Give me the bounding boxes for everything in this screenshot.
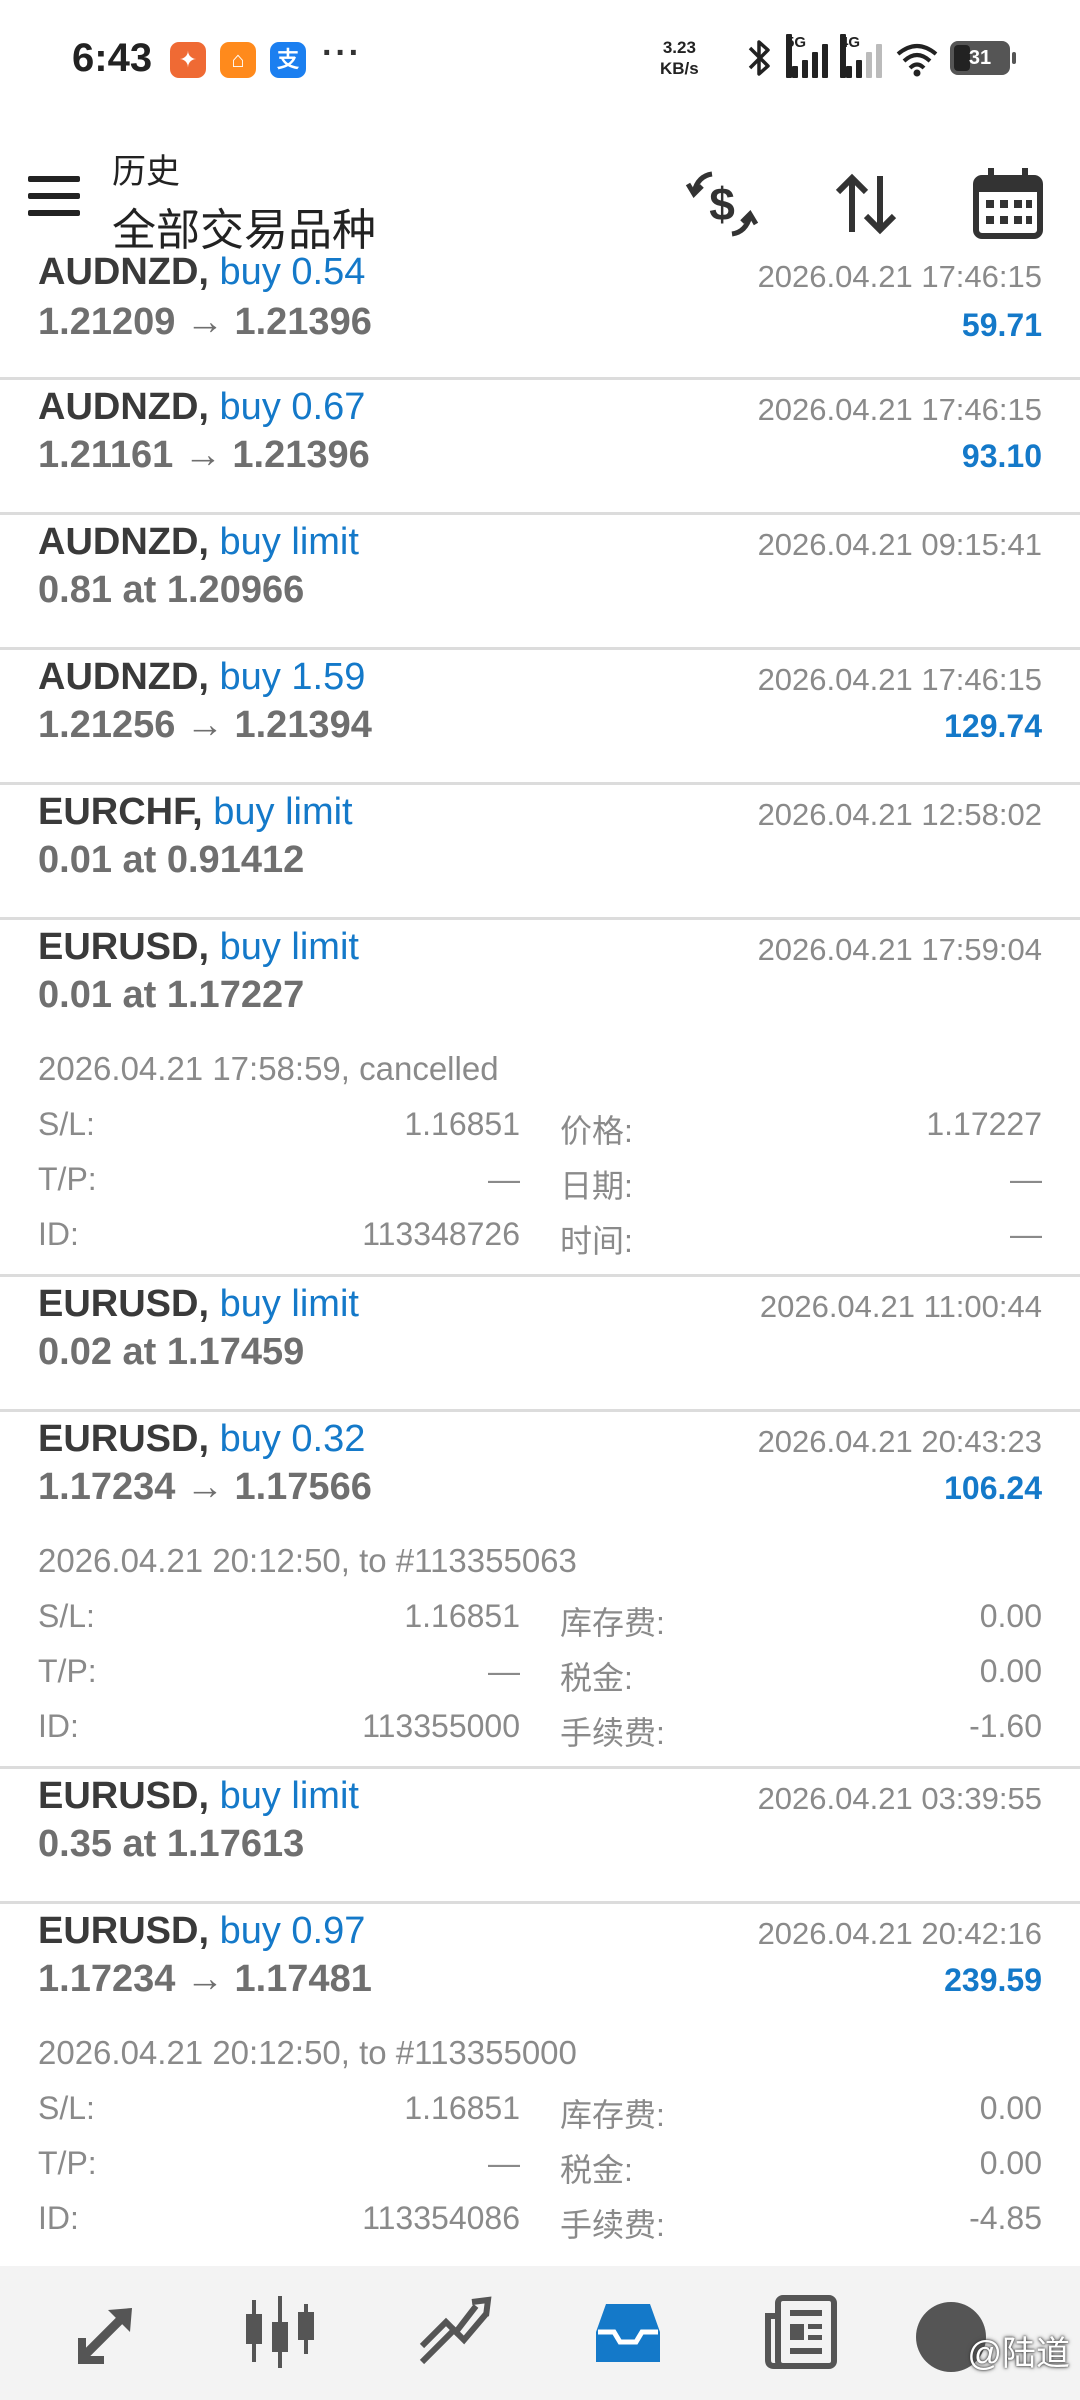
- symbol: EURUSD,: [38, 1418, 210, 1460]
- wifi-icon: [896, 44, 938, 77]
- trade-time: 2026.04.21 17:46:15: [757, 259, 1042, 294]
- svg-text:$: $: [709, 178, 735, 230]
- history-inbox-icon[interactable]: [588, 2292, 668, 2372]
- symbol: AUDNZD,: [38, 251, 209, 293]
- trade-action: buy limit: [219, 1283, 359, 1325]
- news-icon[interactable]: [762, 2292, 842, 2372]
- list-item-expanded[interactable]: EURUSD, buy 0.97 1.17234 → 1.17481 2026.…: [0, 1904, 1080, 2261]
- list-item[interactable]: AUDNZD, buy 1.59 1.21256 → 1.21394 2026.…: [0, 650, 1080, 785]
- detail-row: ID: 113354086 手续费: -4.85: [38, 2200, 1042, 2243]
- list-item[interactable]: AUDNZD, buy limit 0.81 at 1.20966 2026.0…: [0, 515, 1080, 650]
- list-item[interactable]: AUDNZD, buy 0.67 1.21161 → 1.21396 2026.…: [0, 380, 1080, 515]
- symbol: AUDNZD,: [38, 521, 209, 563]
- order-line: 0.81 at 1.20966: [38, 569, 305, 611]
- sort-icon[interactable]: [824, 162, 908, 246]
- app-header: 历史 全部交易品种 $: [0, 120, 1080, 270]
- profit: 93.10: [961, 438, 1042, 474]
- status-time: 6:43: [72, 36, 153, 80]
- trade-quotes-icon[interactable]: [68, 2292, 148, 2372]
- more-notifications-icon: ···: [322, 34, 362, 72]
- trade-time: 2026.04.21 20:42:16: [757, 1916, 1042, 1951]
- bluetooth-icon: [748, 40, 770, 76]
- price-line: 1.21256 → 1.21394: [38, 704, 372, 746]
- symbol: EURUSD,: [38, 1283, 210, 1325]
- order-line: 0.01 at 1.17227: [38, 974, 305, 1016]
- trade-time: 2026.04.21 17:59:04: [757, 932, 1042, 967]
- detail-row: T/P: — 税金: 0.00: [38, 2145, 1042, 2188]
- trade-time: 2026.04.21 17:46:15: [757, 662, 1042, 697]
- trade-action: buy limit: [219, 521, 359, 563]
- trade-time: 2026.04.21 11:00:44: [759, 1289, 1042, 1324]
- order-line: 0.01 at 0.91412: [38, 839, 305, 881]
- list-item[interactable]: EURCHF, buy limit 0.01 at 0.91412 2026.0…: [0, 785, 1080, 920]
- detail-row: ID: 113355000 手续费: -1.60: [38, 1708, 1042, 1751]
- trade-action: buy limit: [219, 1775, 359, 1817]
- trade-action: buy limit: [219, 926, 359, 968]
- symbol: EURUSD,: [38, 926, 210, 968]
- order-line: 0.35 at 1.17613: [38, 1823, 305, 1865]
- profit: 239.59: [944, 1962, 1042, 1998]
- detail-row: ID: 113348726 时间: —: [38, 1216, 1042, 1259]
- list-item-expanded[interactable]: EURUSD, buy 0.32 1.17234 → 1.17566 2026.…: [0, 1412, 1080, 1769]
- detail-row: S/L: 1.16851 库存费: 0.00: [38, 1598, 1042, 1641]
- page-title[interactable]: 全部交易品种: [112, 194, 376, 258]
- detail-header: 2026.04.21 20:12:50, to #113355063: [38, 1542, 577, 1579]
- history-list: AUDNZD, buy 0.54 1.21209 → 1.21396 2026.…: [0, 251, 1080, 2261]
- symbol: AUDNZD,: [38, 386, 209, 428]
- detail-header: 2026.04.21 17:58:59, cancelled: [38, 1050, 499, 1087]
- trade-action: buy 0.54: [219, 251, 366, 293]
- status-bar: 6:43 ✦ ⌂ 支 ··· 3.23 KB/s 5G 4G 31: [0, 0, 1080, 120]
- symbol: AUDNZD,: [38, 656, 209, 698]
- trade-time: 2026.04.21 17:46:15: [757, 392, 1042, 427]
- trade-time: 2026.04.21 20:43:23: [757, 1424, 1042, 1459]
- trade-action: buy 1.59: [219, 656, 366, 698]
- symbol: EURUSD,: [38, 1910, 210, 1952]
- trade-time: 2026.04.21 03:39:55: [757, 1781, 1042, 1816]
- currency-swap-icon[interactable]: $: [680, 162, 764, 246]
- network-speed: 3.23 KB/s: [660, 38, 699, 78]
- trade-lines-icon[interactable]: [414, 2292, 494, 2372]
- trade-action: buy 0.97: [219, 1910, 366, 1952]
- detail-row: S/L: 1.16851 库存费: 0.00: [38, 2090, 1042, 2133]
- trade-time: 2026.04.21 09:15:41: [757, 527, 1042, 562]
- trade-action: buy limit: [213, 791, 353, 833]
- list-item[interactable]: EURUSD, buy limit 0.02 at 1.17459 2026.0…: [0, 1277, 1080, 1412]
- battery-icon: 31: [950, 41, 1016, 75]
- profit: 59.71: [961, 307, 1042, 343]
- chart-candles-icon[interactable]: [240, 2292, 320, 2372]
- menu-icon[interactable]: [28, 176, 82, 218]
- signal-4g-icon: 4G: [840, 34, 884, 78]
- detail-row: T/P: — 日期: —: [38, 1161, 1042, 1204]
- detail-header: 2026.04.21 20:12:50, to #113355000: [38, 2034, 577, 2071]
- profit: 129.74: [944, 708, 1042, 744]
- page-subtitle: 历史: [112, 153, 180, 191]
- order-line: 0.02 at 1.17459: [38, 1331, 305, 1373]
- price-line: 1.17234 → 1.17566: [38, 1466, 372, 1508]
- calendar-icon[interactable]: [966, 162, 1050, 246]
- trade-action: buy 0.67: [219, 386, 366, 428]
- price-line: 1.17234 → 1.17481: [38, 1958, 372, 2000]
- detail-row: S/L: 1.16851 价格: 1.17227: [38, 1106, 1042, 1149]
- watermark: @陆道: [967, 2335, 1070, 2373]
- trade-action: buy 0.32: [219, 1418, 366, 1460]
- detail-row: T/P: — 税金: 0.00: [38, 1653, 1042, 1696]
- profit: 106.24: [944, 1470, 1042, 1506]
- notification-app-icon: ✦: [170, 42, 206, 78]
- signal-5g-icon: 5G: [786, 34, 830, 78]
- shopping-app-icon: ⌂: [220, 42, 256, 78]
- price-line: 1.21209 → 1.21396: [38, 301, 372, 343]
- price-line: 1.21161 → 1.21396: [38, 434, 370, 476]
- list-item[interactable]: EURUSD, buy limit 0.35 at 1.17613 2026.0…: [0, 1769, 1080, 1904]
- list-item[interactable]: AUDNZD, buy 0.54 1.21209 → 1.21396 2026.…: [0, 251, 1080, 380]
- alipay-icon: 支: [270, 42, 306, 78]
- symbol: EURUSD,: [38, 1775, 210, 1817]
- symbol: EURCHF,: [38, 791, 203, 833]
- bottom-navigation: @陆道: [0, 2266, 1080, 2400]
- list-item-expanded[interactable]: EURUSD, buy limit 0.01 at 1.17227 2026.0…: [0, 920, 1080, 1277]
- trade-time: 2026.04.21 12:58:02: [757, 797, 1042, 832]
